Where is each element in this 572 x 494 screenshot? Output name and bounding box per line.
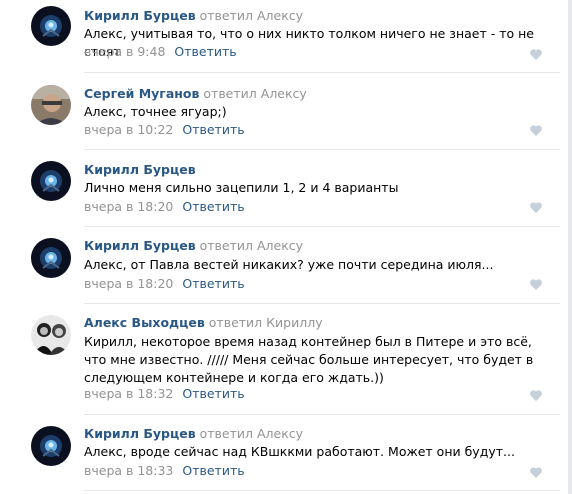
author-name[interactable]: Сергей Муганов [84, 86, 199, 101]
comment-text: Кирилл, некоторое время назад контейнер … [84, 334, 534, 385]
replied-label: ответил [208, 315, 263, 330]
author-name[interactable]: Кирилл Бурцев [84, 238, 196, 253]
replied-label: ответил [203, 86, 257, 101]
reply-button[interactable]: Ответить [182, 463, 244, 478]
comment-date[interactable]: вчера в 18:20 [84, 276, 173, 291]
comment-text: Лично меня сильно зацепили 1, 2 и 4 вари… [84, 180, 399, 195]
photo-avatar[interactable] [31, 85, 71, 125]
comment-date[interactable]: вчера в 18:33 [84, 463, 173, 478]
divider [84, 490, 560, 491]
divider [84, 72, 560, 73]
heart-icon[interactable] [530, 125, 542, 136]
divider [84, 303, 560, 304]
author-name[interactable]: Кирилл Бурцев [84, 8, 196, 23]
heart-icon[interactable] [530, 467, 542, 478]
comment-text: Алекс, от Павла вестей никаких? уже почт… [84, 257, 494, 272]
rocket-avatar[interactable] [31, 238, 71, 278]
heart-icon[interactable] [530, 49, 542, 60]
divider [84, 149, 560, 150]
page-edge [568, 0, 572, 494]
bw-photo-avatar[interactable] [31, 315, 71, 355]
reply-target[interactable]: Алексу [257, 8, 303, 23]
divider [84, 226, 560, 227]
reply-target[interactable]: Алексу [261, 86, 307, 101]
divider [84, 414, 560, 415]
comment-date[interactable]: вчера в 9:48 [84, 44, 165, 59]
reply-button[interactable]: Ответить [182, 199, 244, 214]
rocket-avatar[interactable] [31, 6, 71, 46]
author-name[interactable]: Кирилл Бурцев [84, 162, 196, 177]
comment-text: Алекс, точнее ягуар;) [84, 104, 227, 119]
reply-button[interactable]: Ответить [174, 44, 236, 59]
reply-button[interactable]: Ответить [182, 386, 244, 401]
heart-icon[interactable] [530, 202, 542, 213]
comment-date[interactable]: вчера в 18:32 [84, 386, 173, 401]
reply-target[interactable]: Кириллу [266, 315, 322, 330]
comment-text: Алекс, вроде сейчас над КВшккми работают… [84, 444, 515, 459]
heart-icon[interactable] [530, 390, 542, 401]
replied-label: ответил [199, 426, 253, 441]
rocket-avatar[interactable] [31, 161, 71, 201]
reply-target[interactable]: Алексу [257, 238, 303, 253]
reply-button[interactable]: Ответить [182, 122, 244, 137]
reply-target[interactable]: Алексу [257, 426, 303, 441]
author-name[interactable]: Кирилл Бурцев [84, 426, 196, 441]
replied-label: ответил [199, 238, 253, 253]
comment-date[interactable]: вчера в 18:20 [84, 199, 173, 214]
reply-button[interactable]: Ответить [182, 276, 244, 291]
replied-label: ответил [199, 8, 253, 23]
author-name[interactable]: Алекс Выходцев [84, 315, 205, 330]
heart-icon[interactable] [530, 279, 542, 290]
rocket-avatar[interactable] [31, 426, 71, 466]
comment-date[interactable]: вчера в 10:22 [84, 122, 173, 137]
